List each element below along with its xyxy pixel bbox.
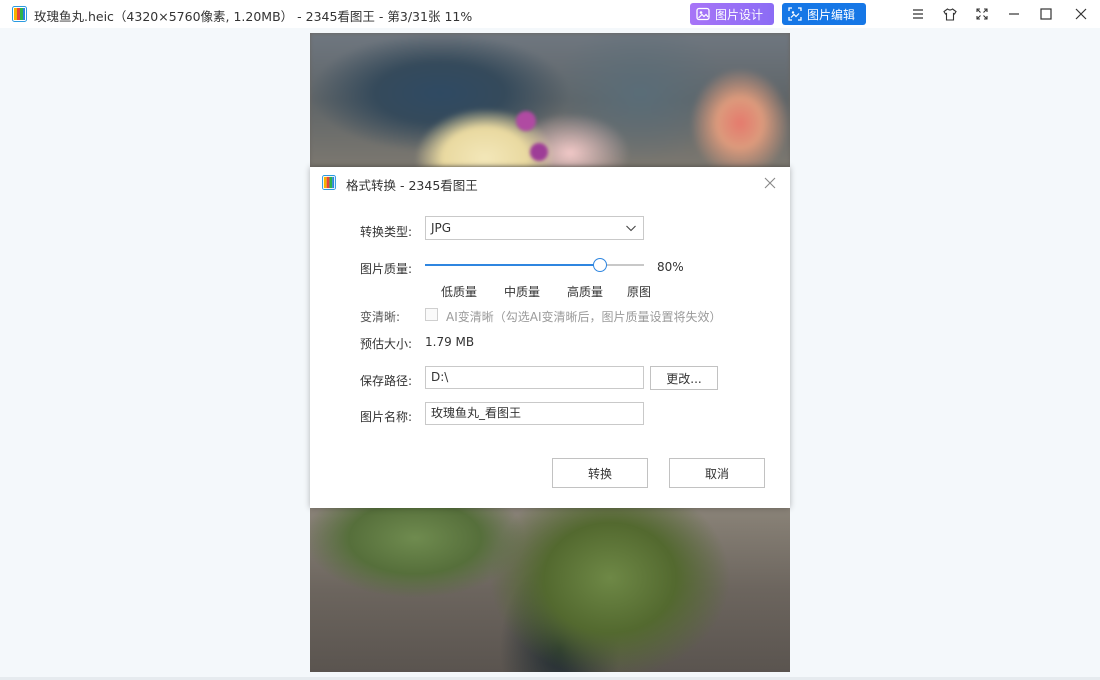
file-name-input[interactable]: 玫瑰鱼丸_看图王: [425, 402, 644, 425]
app-logo-icon: [322, 175, 336, 190]
close-icon: [1075, 8, 1087, 20]
image-design-label: 图片设计: [715, 7, 764, 22]
photo-flower-accent: [516, 111, 536, 131]
quality-tick-high: 高质量: [567, 285, 604, 299]
image-design-icon: [696, 7, 710, 21]
quality-tick-low: 低质量: [441, 285, 478, 299]
skin-button[interactable]: [939, 4, 961, 24]
quality-slider-thumb[interactable]: [593, 258, 608, 272]
quality-tick-original: 原图: [627, 285, 652, 299]
maximize-button[interactable]: [1035, 4, 1057, 24]
convert-type-select[interactable]: JPG: [425, 216, 644, 240]
image-edit-icon: [788, 7, 802, 21]
title-bar: 玫瑰鱼丸.heic（4320×5760像素, 1.20MB） - 2345看图王…: [0, 0, 1100, 28]
image-design-button[interactable]: 图片设计: [690, 3, 774, 25]
format-convert-dialog: 格式转换 - 2345看图王 转换类型: JPG 图片质量: 80% 低质量 中…: [310, 167, 790, 508]
quality-label: 图片质量:: [360, 262, 413, 276]
sharpen-label: 变清晰:: [360, 310, 401, 324]
image-edit-button[interactable]: 图片编辑: [782, 3, 866, 25]
fullscreen-icon: [976, 8, 988, 20]
minimize-icon: [1009, 13, 1019, 15]
photo-bottom-region: [310, 508, 790, 672]
quality-slider[interactable]: [425, 257, 644, 273]
convert-type-value: JPG: [431, 221, 452, 235]
dialog-close-button[interactable]: [762, 175, 778, 191]
ai-sharpen-text: AI变清晰（勾选AI变清晰后，图片质量设置将失效）: [446, 310, 722, 324]
image-edit-label: 图片编辑: [807, 7, 856, 22]
quality-percent: 80%: [657, 260, 684, 274]
close-window-button[interactable]: [1070, 4, 1092, 24]
file-name-label: 图片名称:: [360, 410, 413, 424]
menu-button[interactable]: [907, 4, 929, 24]
convert-button[interactable]: 转换: [552, 458, 648, 488]
estimated-size-value: 1.79 MB: [425, 335, 475, 349]
fullscreen-button[interactable]: [971, 4, 993, 24]
shirt-icon: [943, 7, 957, 21]
photo-flower-accent: [530, 143, 548, 161]
dialog-title: 格式转换 - 2345看图王: [346, 178, 478, 193]
app-logo-icon: [12, 6, 27, 22]
save-path-label: 保存路径:: [360, 374, 413, 388]
quality-tick-mid: 中质量: [504, 285, 541, 299]
maximize-icon: [1040, 8, 1052, 20]
quality-slider-fill: [425, 264, 601, 266]
ai-sharpen-checkbox[interactable]: [425, 308, 438, 321]
close-icon: [764, 177, 776, 189]
convert-type-label: 转换类型:: [360, 225, 413, 239]
photo-top-region: [310, 33, 790, 167]
window-title: 玫瑰鱼丸.heic（4320×5760像素, 1.20MB） - 2345看图王…: [34, 9, 473, 24]
estimated-size-label: 预估大小:: [360, 337, 413, 351]
minimize-button[interactable]: [1003, 4, 1025, 24]
chevron-down-icon: [626, 225, 636, 232]
save-path-input[interactable]: D:\: [425, 366, 644, 389]
cancel-button[interactable]: 取消: [669, 458, 765, 488]
change-path-button[interactable]: 更改...: [650, 366, 718, 390]
menu-icon: [913, 9, 923, 19]
